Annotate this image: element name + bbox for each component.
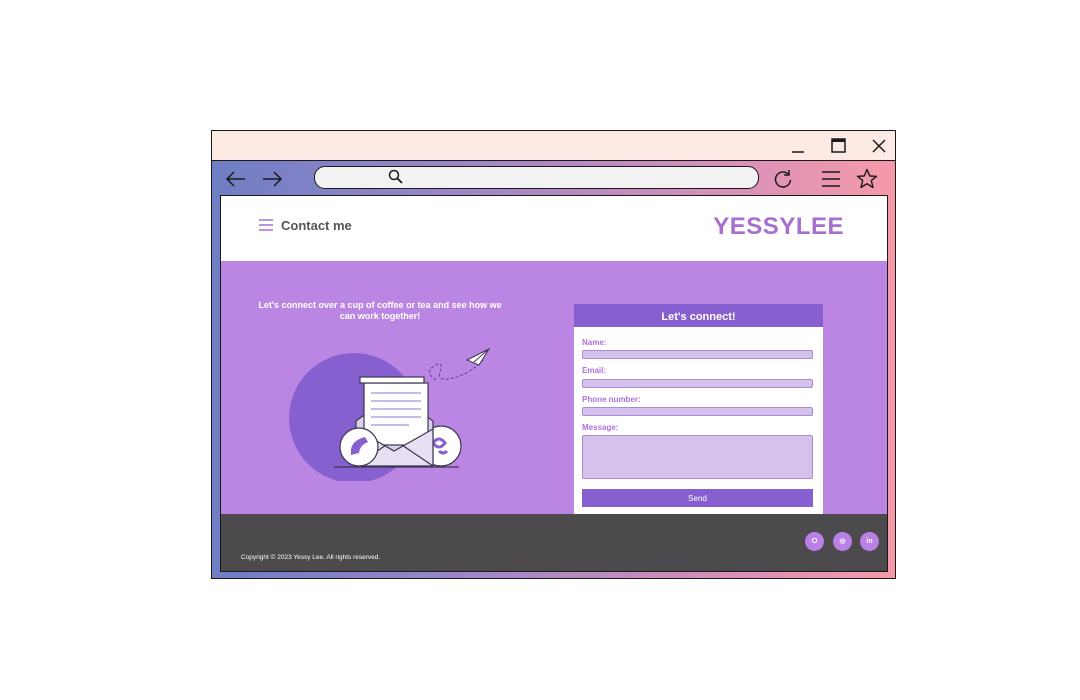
site-footer: Copyright © 2023 Yessy Lee. All rights r…: [221, 514, 887, 571]
browser-window: Contact me YESSYLEE Let's connect over a…: [211, 130, 896, 579]
brand-logo[interactable]: YESSYLEE: [713, 213, 844, 241]
phone-field[interactable]: [582, 407, 813, 416]
linkedin-icon[interactable]: in: [860, 532, 879, 551]
hamburger-menu-icon[interactable]: [259, 218, 273, 232]
menu-icon[interactable]: [819, 167, 843, 191]
name-label: Name:: [582, 338, 607, 347]
email-field[interactable]: [582, 379, 813, 388]
message-field[interactable]: [582, 435, 813, 479]
form-title: Let's connect!: [574, 304, 823, 327]
contact-me-link[interactable]: Contact me: [281, 218, 352, 233]
github-icon[interactable]: ⭘: [805, 532, 824, 551]
instagram-icon[interactable]: ◎: [833, 532, 852, 551]
minimize-icon[interactable]: [787, 135, 809, 157]
message-label: Message:: [582, 423, 619, 432]
reload-icon[interactable]: [771, 167, 795, 191]
search-icon: [388, 169, 403, 184]
email-label: Email:: [582, 366, 607, 375]
site-header: Contact me YESSYLEE: [221, 196, 887, 261]
url-input[interactable]: [405, 168, 749, 187]
phone-label: Phone number:: [582, 395, 641, 404]
contact-tagline: Let's connect over a cup of coffee or te…: [258, 300, 502, 321]
address-bar[interactable]: [314, 166, 759, 189]
close-icon[interactable]: [868, 135, 890, 157]
forward-arrow-icon[interactable]: [260, 167, 284, 191]
star-icon[interactable]: [855, 167, 879, 191]
contact-section: Let's connect over a cup of coffee or te…: [221, 261, 887, 515]
web-page: Contact me YESSYLEE Let's connect over a…: [220, 195, 888, 572]
send-button[interactable]: Send: [582, 489, 813, 507]
contact-form: Let's connect! Name: Email: Phone number…: [574, 304, 823, 515]
copyright-text: Copyright © 2023 Yessy Lee. All rights r…: [241, 554, 381, 561]
title-bar: [212, 131, 895, 161]
envelope-illustration: [289, 347, 491, 481]
maximize-icon[interactable]: [828, 135, 850, 157]
name-field[interactable]: [582, 350, 813, 359]
back-arrow-icon[interactable]: [224, 167, 248, 191]
